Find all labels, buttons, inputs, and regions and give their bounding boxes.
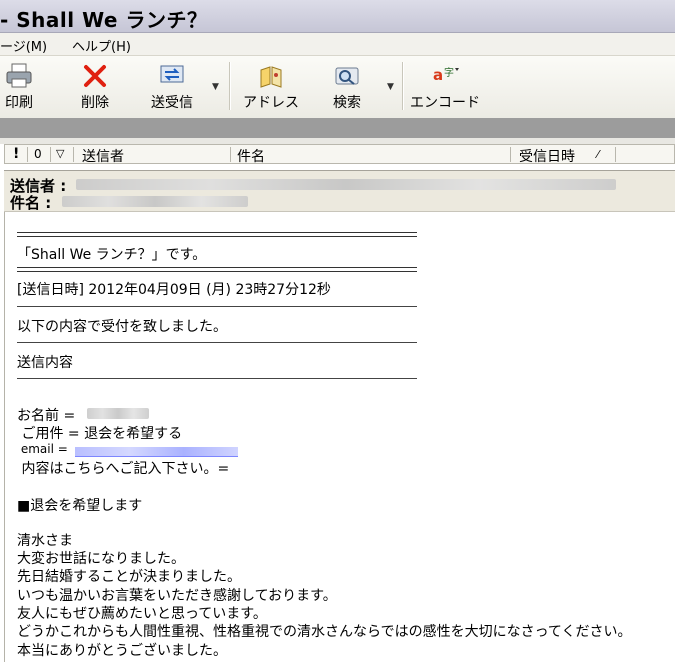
send-receive-button[interactable]: 送受信 [146,62,198,112]
flag-column[interactable]: ! [13,146,19,162]
delete-label: 削除 [81,95,109,111]
double-rule [17,232,417,237]
message-header: 送信者 : 件名 : [4,170,675,212]
send-receive-dropdown-icon[interactable]: ▼ [212,82,219,92]
address-button[interactable]: アドレス [242,62,300,112]
send-receive-icon [160,65,184,83]
double-rule [17,267,417,272]
window-title: - Shall We ランチ？ [0,8,208,32]
attachment-column[interactable]: 0 [34,147,42,161]
column-divider [615,147,616,162]
message-line: 大変お世話になりました。 [17,551,185,567]
delete-x-icon [84,65,106,87]
title-bar: - Shall We ランチ？ [0,0,675,33]
subject-label: 件名 : [10,194,52,212]
sent-datetime: [送信日時] 2012年04月09日 (月) 23時27分12秒 [17,282,331,298]
message-line: いつも温かいお言葉をいただき感謝しております。 [17,588,337,604]
column-divider [27,147,28,162]
toolbar-separator [229,62,231,110]
address-label: アドレス [243,95,299,111]
sent-content-heading: 送信内容 [17,355,73,371]
search-icon [335,67,359,85]
message-line: 友人にもぜひ薦めたいと思っています。 [17,606,267,622]
column-divider [50,147,51,162]
column-divider [73,147,74,162]
received-note: 以下の内容で受付を致しました。 [17,319,227,335]
redacted-name [87,408,149,419]
encode-icon: a 字 [433,66,459,84]
withdraw-request: ■退会を希望します [17,498,143,514]
email-field: email = [17,442,68,456]
single-rule [17,306,417,307]
printer-icon [6,63,32,88]
single-rule [17,378,417,379]
toolbar: 印刷 削除 送受信 ▼ アドレス 検索 ▼ a 字 エンコード [0,56,675,119]
print-label: 印刷 [5,95,33,111]
toolbar-separator [402,62,404,110]
encode-button[interactable]: a 字 エンコード [410,62,480,112]
svg-text:字: 字 [444,66,454,79]
print-button[interactable]: 印刷 [0,62,38,112]
sort-indicator-icon: ⁄ [597,148,599,161]
email-link[interactable] [75,447,238,457]
column-divider [510,147,511,162]
search-button[interactable]: 検索 [330,62,364,112]
subject-column[interactable]: 件名 [237,146,265,166]
sender-column[interactable]: 送信者 [82,146,124,166]
send-receive-label: 送受信 [151,95,193,111]
mark-column[interactable]: ▽ [56,147,64,160]
redacted-subject [62,196,248,207]
name-field: お名前 = [17,408,76,424]
column-divider [230,147,231,162]
message-list-header: ! 0 ▽ 送信者 件名 受信日時 ⁄ [4,144,675,166]
menu-bar: ージ(M) ヘルプ(H) [0,33,675,56]
message-body: 「Shall We ランチ？」です。 [送信日時] 2012年04月09日 (月… [4,212,675,662]
message-line: 先日結婚することが決まりました。 [17,569,241,585]
encode-label: エンコード [410,95,480,111]
search-label: 検索 [333,95,361,111]
form-title: 「Shall We ランチ？」です。 [17,247,207,263]
folder-bar [0,118,675,138]
redacted-sender [76,179,616,190]
menu-message[interactable]: ージ(M) [0,36,47,55]
message-line: 清水さま [17,533,73,549]
request-field: ご用件 = 退会を希望する [17,426,183,442]
message-line: どうかこれからも人間性重視、性格重視での清水さんならではの感性を大切になさってく… [17,624,632,640]
message-line: 本当にありがとうございました。 [17,643,227,659]
menu-help[interactable]: ヘルプ(H) [72,36,131,55]
svg-text:a: a [433,66,443,84]
search-dropdown-icon[interactable]: ▼ [387,82,394,92]
delete-button[interactable]: 削除 [76,62,114,112]
content-field: 内容はこちらへご記入下さい。= [17,461,230,477]
received-column[interactable]: 受信日時 [519,146,575,166]
address-book-icon [260,66,282,88]
single-rule [17,342,417,343]
